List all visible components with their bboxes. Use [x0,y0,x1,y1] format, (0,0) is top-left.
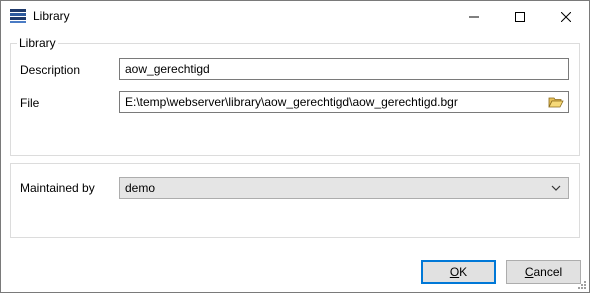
minimize-button[interactable] [451,1,497,32]
library-app-icon [10,9,26,23]
window-title: Library [33,9,70,23]
ok-label-rest: K [459,265,468,279]
chevron-down-icon [551,185,561,191]
close-button[interactable] [543,1,589,32]
title-bar[interactable]: Library [1,1,589,32]
ok-button[interactable]: OK [421,260,496,284]
cancel-accelerator: C [524,265,534,279]
maintained-by-value: demo [125,181,156,195]
maximize-button[interactable] [497,1,543,32]
library-dialog: Library Library Description aow_gerechti… [0,0,590,293]
close-icon [561,11,571,22]
maintained-by-select[interactable]: demo [119,177,569,199]
ok-accelerator: O [449,265,460,279]
browse-file-button[interactable] [546,93,566,111]
cancel-label-rest: ancel [533,265,563,279]
description-input[interactable]: aow_gerechtigd [119,58,569,80]
file-path-input[interactable]: E:\temp\webserver\library\aow_gerechtigd… [119,91,569,113]
open-folder-icon [548,97,564,108]
minimize-icon [469,16,479,17]
file-label: File [20,96,40,110]
description-label: Description [20,63,81,77]
cancel-button[interactable]: Cancel [506,260,581,284]
maintained-by-label: Maintained by [20,181,95,195]
maximize-icon [515,11,525,22]
library-groupbox-legend: Library [17,36,58,50]
maintenance-groupbox [10,163,580,238]
resize-grip-icon[interactable] [577,280,587,290]
